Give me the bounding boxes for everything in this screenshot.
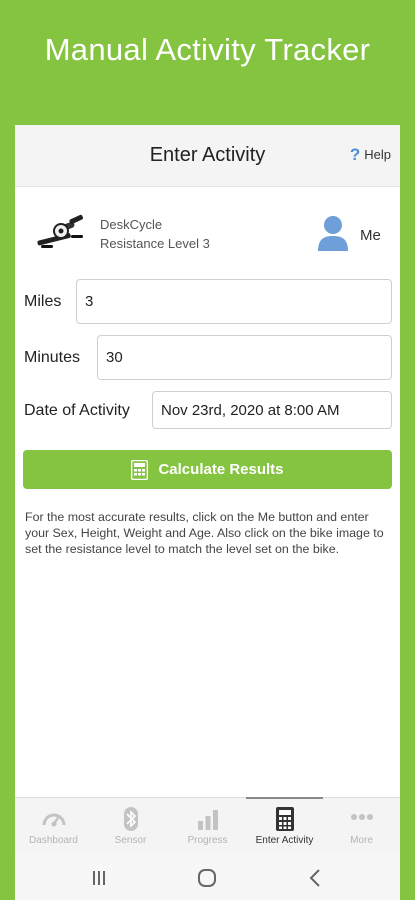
tab-label: Enter Activity: [255, 835, 314, 846]
tab-label: Sensor: [114, 835, 147, 846]
bottom-tab-bar: Dashboard Sensor Progress Enter Activity…: [15, 797, 400, 855]
help-label: Help: [364, 147, 391, 162]
recent-apps-icon[interactable]: [88, 867, 110, 889]
tab-label: More: [350, 835, 373, 846]
device-row: DeskCycle Resistance Level 3 Me: [15, 205, 400, 265]
app-screen: Enter Activity ? Help DeskCycle Resistan…: [15, 125, 400, 900]
question-icon: ?: [349, 145, 361, 164]
gauge-icon: [42, 813, 65, 827]
minutes-label: Minutes: [24, 349, 81, 366]
calculate-results-button[interactable]: Calculate Results: [23, 450, 392, 489]
resistance-level: Resistance Level 3: [100, 236, 210, 251]
me-button[interactable]: Me: [360, 227, 381, 244]
date-label: Date of Activity: [24, 402, 130, 419]
bar-chart-icon: [197, 810, 218, 830]
info-text: For the most accurate results, click on …: [25, 510, 384, 556]
page-title: Enter Activity: [149, 144, 266, 166]
device-name: DeskCycle: [100, 217, 163, 232]
home-icon[interactable]: [196, 867, 218, 889]
calculator-icon: [131, 459, 149, 480]
calculate-label: Calculate Results: [158, 461, 284, 478]
desk-bike-image[interactable]: [33, 211, 91, 253]
miles-label: Miles: [24, 293, 62, 310]
tab-dashboard[interactable]: Dashboard: [15, 798, 92, 855]
tab-sensor[interactable]: Sensor: [92, 798, 169, 855]
minutes-input[interactable]: 30: [97, 335, 392, 380]
app-header: Enter Activity ? Help: [15, 125, 400, 187]
more-dots-icon: [350, 814, 373, 820]
tab-label: Dashboard: [29, 835, 78, 846]
user-icon[interactable]: [317, 215, 349, 251]
help-button[interactable]: ? Help: [350, 146, 391, 163]
tab-progress[interactable]: Progress: [169, 798, 246, 855]
tab-enter-activity[interactable]: Enter Activity: [246, 797, 323, 855]
tab-label: Progress: [187, 835, 228, 846]
system-navigation-bar: [15, 855, 400, 900]
back-icon[interactable]: [305, 867, 327, 889]
calculator-icon: [275, 807, 294, 831]
bluetooth-icon: [123, 807, 138, 831]
tab-more[interactable]: More: [323, 798, 400, 855]
promo-title: Manual Activity Tracker: [44, 32, 371, 67]
date-input[interactable]: Nov 23rd, 2020 at 8:00 AM: [152, 391, 392, 429]
miles-input[interactable]: 3: [76, 279, 392, 324]
